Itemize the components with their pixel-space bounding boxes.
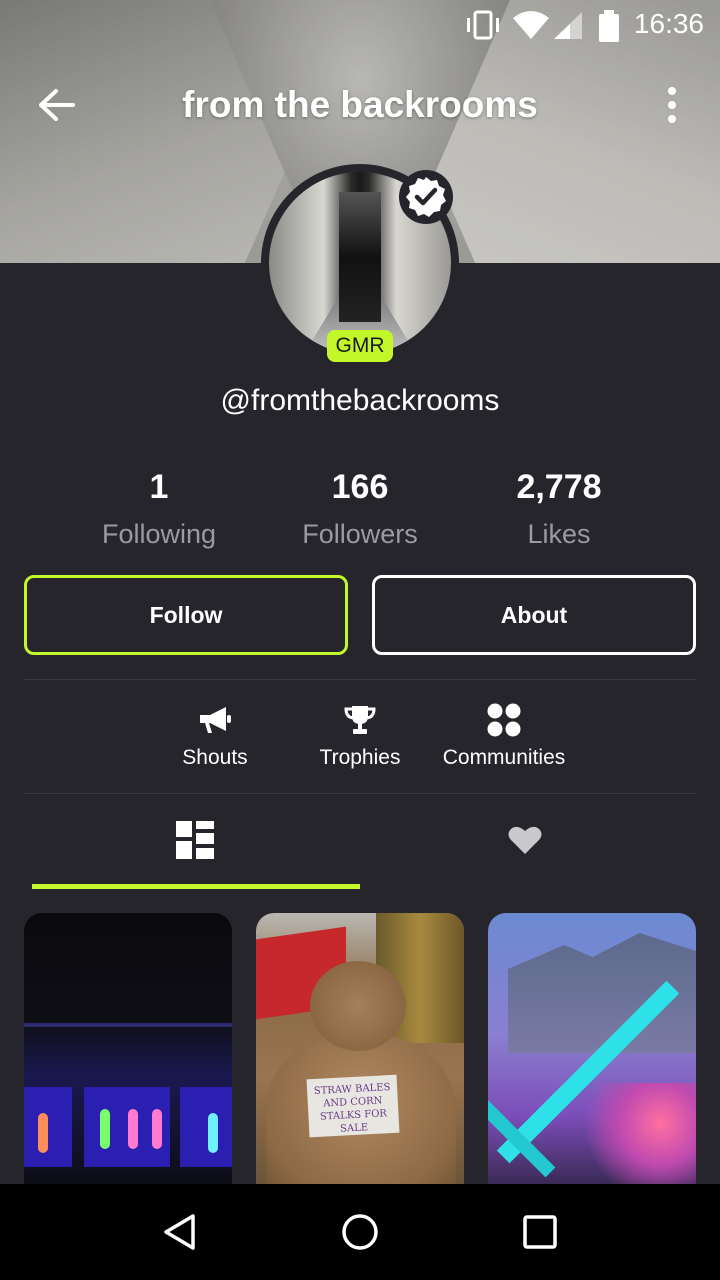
active-tab-indicator — [32, 884, 360, 889]
verified-icon — [406, 177, 446, 217]
vibrate-icon — [467, 10, 499, 40]
gmr-badge: GMR — [327, 330, 393, 362]
stat-value: 2,778 — [516, 468, 602, 506]
post-thumbnail[interactable] — [488, 913, 696, 1184]
more-vertical-icon — [668, 87, 676, 95]
stat-followers[interactable]: 166 Followers — [260, 468, 460, 550]
battery-icon — [599, 10, 619, 42]
post-thumbnail[interactable] — [24, 913, 232, 1184]
more-menu-button[interactable] — [652, 80, 692, 130]
communities-icon — [487, 703, 521, 737]
post-thumbnail[interactable]: STRAW BALES AND CORN STALKS FOR SALE — [256, 913, 464, 1184]
page-title: from the backrooms — [182, 84, 538, 125]
shortcut-label: Trophies — [319, 746, 401, 769]
shortcut-shouts[interactable]: Shouts — [172, 700, 258, 770]
tab-liked[interactable] — [360, 810, 690, 870]
status-bar: 16:36 — [0, 0, 720, 50]
verified-badge — [399, 170, 453, 224]
nav-home-icon — [342, 1214, 378, 1250]
heart-icon — [508, 826, 542, 854]
nav-back-icon — [164, 1214, 195, 1250]
nav-home-button[interactable] — [330, 1202, 390, 1262]
status-time: 16:36 — [633, 8, 704, 39]
stat-likes[interactable]: 2,778 Likes — [459, 468, 659, 550]
stat-value: 1 — [149, 468, 169, 506]
divider — [24, 793, 696, 794]
post-sign-text: STRAW BALES AND CORN STALKS FOR SALE — [306, 1074, 400, 1138]
shortcut-trophies[interactable]: Trophies — [310, 700, 410, 770]
nav-back-button[interactable] — [150, 1202, 210, 1262]
wifi-icon — [513, 11, 549, 39]
stat-label: Following — [101, 519, 217, 549]
arrow-left-icon — [39, 89, 75, 121]
back-button[interactable] — [28, 80, 84, 130]
stat-following[interactable]: 1 Following — [59, 468, 259, 550]
grid-icon — [176, 821, 214, 859]
username: @fromthebackrooms — [220, 384, 500, 417]
megaphone-icon — [200, 707, 231, 733]
system-nav-bar — [0, 1184, 720, 1280]
divider — [24, 679, 696, 680]
shortcut-label: Shouts — [182, 746, 248, 769]
shortcut-label: Communities — [442, 746, 566, 769]
follow-button[interactable]: Follow — [24, 575, 348, 655]
trophy-icon — [344, 706, 376, 734]
tab-posts-grid[interactable] — [30, 810, 360, 870]
shortcut-communities[interactable]: Communities — [434, 700, 574, 770]
stat-label: Likes — [527, 519, 591, 549]
nav-recents-icon — [523, 1215, 557, 1249]
about-button[interactable]: About — [372, 575, 696, 655]
signal-icon — [554, 12, 582, 39]
stat-label: Followers — [302, 519, 418, 549]
nav-recents-button[interactable] — [510, 1202, 570, 1262]
stat-value: 166 — [331, 468, 389, 506]
